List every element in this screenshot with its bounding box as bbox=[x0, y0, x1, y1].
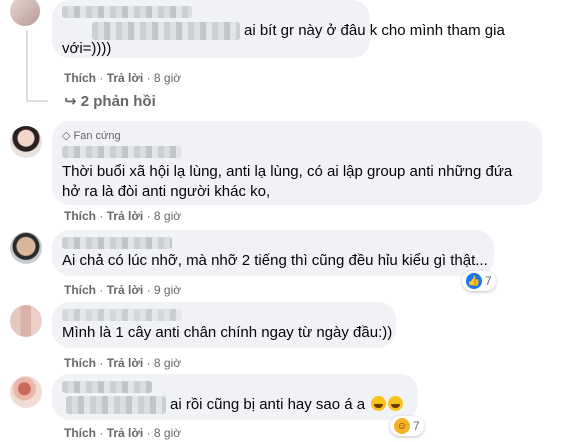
comment-text-line: ai rồi cũng bị anti hay sao á a bbox=[170, 395, 404, 415]
avatar[interactable] bbox=[10, 0, 40, 26]
like-link[interactable]: Thích bbox=[64, 209, 96, 223]
timestamp[interactable]: 8 giờ bbox=[154, 209, 181, 223]
author-name-redacted[interactable] bbox=[62, 309, 182, 321]
redacted-text bbox=[92, 22, 240, 40]
comment-bubble: ai rồi cũng bị anti hay sao á a bbox=[52, 374, 418, 420]
like-icon: 👍 bbox=[466, 273, 482, 289]
redacted-text bbox=[66, 396, 166, 414]
haha-icon: ☺ bbox=[394, 418, 410, 434]
fan-badge: ◇ Fan cứng bbox=[62, 130, 121, 142]
reply-arrow-icon: ↪ bbox=[64, 93, 77, 110]
comment-text-line: ai bít gr này ở đâu k cho mình tham gia bbox=[244, 22, 505, 39]
timestamp[interactable]: 9 giờ bbox=[154, 283, 181, 297]
comment-actions: Thích · Trả lời · 8 giờ bbox=[64, 426, 182, 440]
reply-link[interactable]: Trả lời bbox=[107, 283, 144, 297]
comment-text-line: hở ra là đòi anti người khác ko, bbox=[62, 183, 271, 200]
comment-bubble: Mình là 1 cây anti chân chính ngay từ ng… bbox=[52, 302, 396, 348]
thread-line bbox=[26, 30, 28, 102]
comment-bubble: ◇ Fan cứng Thời buổi xã hội lạ lùng, ant… bbox=[52, 121, 542, 205]
like-link[interactable]: Thích bbox=[64, 356, 96, 370]
avatar[interactable] bbox=[10, 126, 42, 158]
avatar[interactable] bbox=[10, 232, 42, 264]
author-name-redacted[interactable] bbox=[62, 381, 152, 393]
like-link[interactable]: Thích bbox=[64, 71, 96, 85]
timestamp[interactable]: 8 giờ bbox=[154, 71, 181, 85]
comment-text-line: Thời buổi xã hội lạ lùng, anti lạ lùng, … bbox=[62, 163, 513, 180]
reaction-summary[interactable]: 👍 7 bbox=[462, 271, 496, 291]
comment-text-line: Ai chả có lúc nhỡ, mà nhỡ 2 tiếng thì cũ… bbox=[62, 252, 488, 269]
comment-actions: Thích · Trả lời · 8 giờ bbox=[64, 356, 182, 370]
comment-actions: Thích · Trả lời · 8 giờ bbox=[64, 71, 182, 85]
like-link[interactable]: Thích bbox=[64, 283, 96, 297]
timestamp[interactable]: 8 giờ bbox=[154, 356, 181, 370]
comment-bubble: Ai chả có lúc nhỡ, mà nhỡ 2 tiếng thì cũ… bbox=[52, 230, 494, 276]
timestamp[interactable]: 8 giờ bbox=[154, 426, 181, 440]
reply-link[interactable]: Trả lời bbox=[107, 209, 144, 223]
laughing-emoji-icon bbox=[388, 396, 404, 411]
author-name-redacted[interactable] bbox=[62, 6, 192, 18]
laughing-emoji-icon bbox=[371, 396, 387, 411]
like-link[interactable]: Thích bbox=[64, 426, 96, 440]
avatar[interactable] bbox=[10, 305, 42, 337]
reply-link[interactable]: Trả lời bbox=[107, 426, 144, 440]
comment-actions: Thích · Trả lời · 9 giờ bbox=[64, 283, 182, 297]
view-replies-button[interactable]: ↪ 2 phản hồi bbox=[64, 93, 156, 111]
reaction-count: 7 bbox=[413, 419, 420, 433]
reaction-summary[interactable]: ☺ 7 bbox=[390, 416, 424, 436]
comment-text-line: Mình là 1 cây anti chân chính ngay từ ng… bbox=[62, 324, 393, 341]
reply-link[interactable]: Trả lời bbox=[107, 356, 144, 370]
comment-text-line: với=)))) bbox=[62, 40, 112, 57]
comment-actions: Thích · Trả lời · 8 giờ bbox=[64, 209, 182, 223]
diamond-icon: ◇ bbox=[62, 130, 71, 142]
comment-bubble: ai bít gr này ở đâu k cho mình tham gia … bbox=[52, 0, 505, 58]
author-name-redacted[interactable] bbox=[62, 237, 172, 249]
reply-link[interactable]: Trả lời bbox=[107, 71, 144, 85]
thread-line bbox=[26, 100, 48, 102]
reaction-count: 7 bbox=[485, 274, 492, 288]
author-name-redacted[interactable] bbox=[62, 146, 182, 158]
avatar[interactable] bbox=[10, 376, 42, 408]
